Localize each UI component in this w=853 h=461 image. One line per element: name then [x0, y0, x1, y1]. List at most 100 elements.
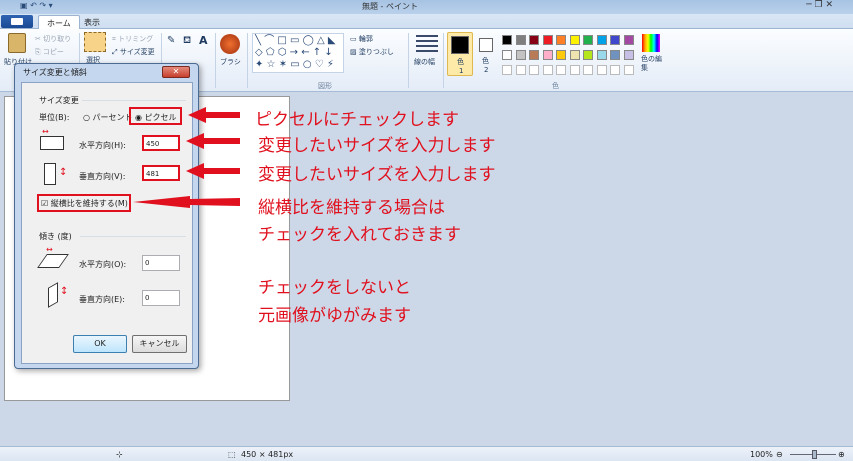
edit-colors-icon[interactable]: [642, 34, 660, 52]
color-swatch[interactable]: [623, 50, 634, 60]
custom-color-slot[interactable]: [502, 65, 512, 75]
color-swatch[interactable]: [583, 35, 593, 45]
outline-label: 輪郭: [358, 35, 373, 43]
color-swatch[interactable]: [502, 35, 512, 45]
edit-colors-button[interactable]: 色の編集: [641, 55, 665, 73]
size-icon[interactable]: [416, 35, 438, 53]
skew-vertical-label: 垂直方向(E):: [79, 295, 125, 304]
pencil-icon[interactable]: ✎: [167, 35, 175, 46]
color1-label: 色: [457, 58, 464, 66]
resize-section-label: サイズ変更: [39, 96, 79, 105]
color-swatch[interactable]: [542, 50, 553, 60]
custom-color-slot[interactable]: [515, 65, 526, 75]
color-swatch[interactable]: [515, 35, 526, 45]
skew-horizontal-icon: [37, 254, 69, 268]
color-swatch[interactable]: [529, 50, 539, 60]
custom-color-slot[interactable]: [596, 65, 607, 75]
cancel-button[interactable]: キャンセル: [132, 335, 187, 353]
outline-button[interactable]: ▭ 輪郭: [350, 34, 373, 44]
skew-vertical-arrow-icon: ↕: [60, 286, 69, 297]
vertical-arrow-icon: ↕: [59, 167, 68, 178]
window-controls[interactable]: ─ ❐ ✕: [806, 0, 833, 10]
zoom-out-button[interactable]: ⊖: [776, 450, 783, 459]
fill-button[interactable]: ▨ 塗りつぶし: [350, 47, 394, 57]
skew-horizontal-label: 水平方向(O):: [79, 260, 127, 269]
color-swatch[interactable]: [502, 50, 512, 60]
color-swatch[interactable]: [596, 50, 607, 60]
zoom-slider-thumb[interactable]: [812, 450, 817, 459]
horizontal-size-input[interactable]: 450: [142, 135, 180, 151]
text-icon[interactable]: A: [199, 34, 208, 47]
percent-label: パーセント: [92, 113, 133, 122]
custom-color-slot[interactable]: [569, 65, 580, 75]
color-swatch[interactable]: [529, 35, 539, 45]
divider: [215, 33, 216, 88]
color2-swatch: [479, 38, 493, 52]
colors-group-label: 色: [552, 82, 559, 90]
annotation-distort-line2: 元画像がゆがみます: [258, 306, 411, 326]
unit-percent-radio[interactable]: ○ パーセント: [83, 112, 133, 123]
brush-button[interactable]: ブラシ: [220, 57, 241, 67]
unit-label: 単位(B):: [39, 113, 70, 122]
divider: [408, 33, 409, 88]
cut-button[interactable]: ✂ 切り取り: [35, 34, 71, 44]
select-icon[interactable]: [84, 32, 106, 52]
zoom-in-button[interactable]: ⊕: [838, 450, 845, 459]
color-swatch[interactable]: [569, 50, 580, 60]
crop-button[interactable]: ⌗ トリミング: [112, 34, 153, 44]
cursor-position-icon: ⊹: [116, 450, 123, 459]
color-swatch[interactable]: [556, 35, 566, 45]
skew-horizontal-arrow-icon: ↔: [46, 245, 53, 254]
color2-button[interactable]: 色 2: [476, 32, 498, 76]
resize-label: サイズ変更: [119, 48, 155, 56]
fill-label: 塗りつぶし: [358, 48, 394, 56]
ribbon-tab-bar: ホーム 表示: [0, 14, 853, 29]
annotation-aspect-line2: チェックを入れておきます: [258, 225, 461, 245]
maintain-aspect-checkbox[interactable]: ☑ 縦横比を維持する(M): [41, 198, 128, 209]
color-swatch[interactable]: [623, 35, 634, 45]
divider: [82, 100, 186, 101]
skew-vertical-icon: [48, 282, 58, 308]
custom-color-slot[interactable]: [556, 65, 566, 75]
paint-menu-button[interactable]: [1, 15, 33, 28]
resize-button[interactable]: ⤢ サイズ変更: [112, 47, 155, 57]
dialog-body: サイズ変更 単位(B): ○ パーセント ◉ ピクセル ↔ 水平方向(H): 4…: [21, 82, 193, 364]
skew-horizontal-input[interactable]: 0: [142, 255, 180, 271]
shapes-group-label: 図形: [318, 82, 332, 90]
ok-button[interactable]: OK: [73, 335, 127, 353]
custom-color-slot[interactable]: [583, 65, 593, 75]
vertical-size-input[interactable]: 481: [142, 165, 180, 181]
tab-view[interactable]: 表示: [76, 15, 108, 29]
annotation-size-1: 変更したいサイズを入力します: [258, 136, 496, 156]
tab-home[interactable]: ホーム: [38, 15, 80, 29]
size-button[interactable]: 線の幅: [414, 57, 435, 67]
custom-color-slot[interactable]: [529, 65, 539, 75]
brush-icon[interactable]: [220, 34, 240, 54]
horizontal-label: 水平方向(H):: [79, 141, 126, 150]
custom-color-slot[interactable]: [542, 65, 553, 75]
horizontal-resize-icon: [40, 136, 64, 150]
color-swatch[interactable]: [583, 50, 593, 60]
copy-button[interactable]: ⎘ コピー: [35, 47, 64, 57]
annotation-pixel: ピクセルにチェックします: [255, 110, 459, 130]
color-swatch[interactable]: [515, 50, 526, 60]
color-swatch[interactable]: [556, 50, 566, 60]
color-swatch[interactable]: [569, 35, 580, 45]
quick-access-toolbar[interactable]: ▣ ↶ ↷ ▾: [20, 1, 53, 10]
pixel-highlight-box: [129, 107, 182, 125]
skew-vertical-input[interactable]: 0: [142, 290, 180, 306]
color1-index: 1: [459, 67, 464, 75]
color-swatch[interactable]: [610, 35, 620, 45]
paste-icon[interactable]: [8, 33, 26, 53]
color-swatch[interactable]: [542, 35, 553, 45]
color1-button[interactable]: 色 1: [447, 32, 473, 76]
divider: [247, 33, 248, 88]
color-swatch[interactable]: [610, 50, 620, 60]
custom-color-slot[interactable]: [623, 65, 634, 75]
horizontal-arrow-icon: ↔: [42, 127, 49, 136]
fill-icon[interactable]: ⛾: [183, 35, 191, 48]
close-button[interactable]: ✕: [162, 66, 190, 78]
shapes-gallery[interactable]: ╲ ⌒ □ ▭ ◯ △ ◣ ◇ ⬠ ⬡ → ← ↑ ↓ ✦ ☆ ✶ ▭ ○ ♡ …: [252, 33, 344, 73]
color-swatch[interactable]: [596, 35, 607, 45]
custom-color-slot[interactable]: [610, 65, 620, 75]
